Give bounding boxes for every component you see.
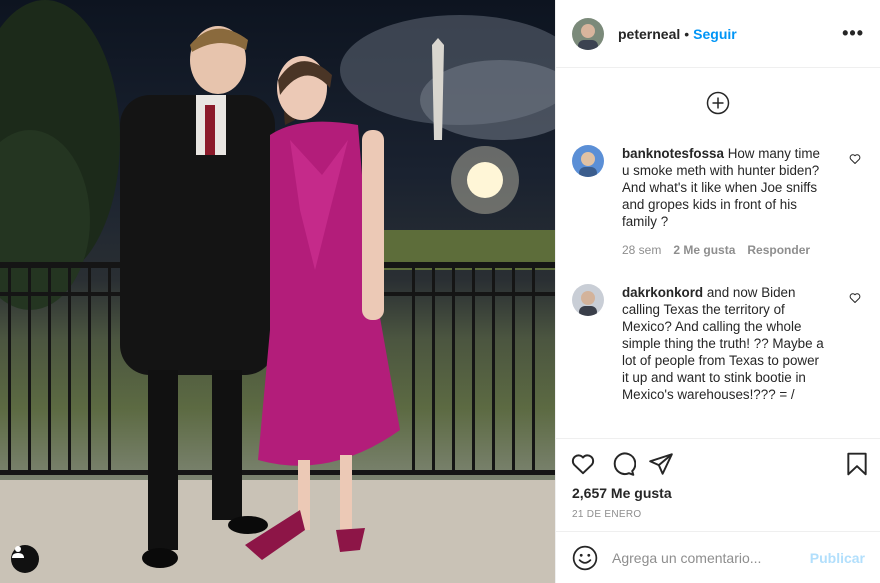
comment-text: and now Biden calling Texas the territor… [622, 285, 824, 402]
author-avatar[interactable] [572, 17, 604, 50]
follow-button[interactable]: Seguir [693, 26, 737, 42]
comments-list[interactable]: banknotesfossa How many time u smoke met… [556, 69, 880, 437]
emoji-icon[interactable] [572, 545, 598, 571]
comment-input[interactable] [612, 549, 802, 566]
commenter-username[interactable]: banknotesfossa [622, 146, 724, 161]
post-likes-count[interactable]: 2,657 Me gusta [572, 485, 672, 501]
share-paper-plane-icon[interactable] [648, 451, 674, 477]
like-comment-heart-icon[interactable] [849, 292, 861, 304]
comment-body: dakrkonkord and now Biden calling Texas … [622, 284, 827, 403]
tagged-users-button[interactable] [11, 545, 39, 573]
photo-scene [0, 0, 555, 583]
commenter-avatar[interactable] [572, 284, 604, 316]
load-more-comments-icon[interactable] [706, 91, 730, 115]
post-actions: 2,657 Me gusta 21 DE ENERO [556, 438, 880, 530]
post-header: peterneal • Seguir ••• [556, 0, 880, 68]
comment-body: banknotesfossa How many time u smoke met… [622, 145, 827, 259]
separator-dot: • [684, 25, 690, 42]
person-icon [12, 546, 24, 558]
comment-age[interactable]: 28 sem [622, 242, 661, 259]
publish-button[interactable]: Publicar [810, 550, 865, 566]
comment-meta: 28 sem 2 Me gusta Responder [622, 242, 827, 259]
post-date[interactable]: 21 DE ENERO [572, 509, 641, 520]
post-photo[interactable] [0, 0, 555, 583]
comment-item: banknotesfossa How many time u smoke met… [572, 145, 867, 259]
commenter-avatar[interactable] [572, 145, 604, 177]
like-comment-heart-icon[interactable] [849, 153, 861, 165]
comment-likes[interactable]: 2 Me gusta [673, 242, 735, 259]
comment-bubble-icon[interactable] [610, 451, 636, 477]
add-comment-bar: Publicar [556, 531, 880, 583]
save-bookmark-icon[interactable] [844, 451, 870, 477]
author-username[interactable]: peterneal [618, 26, 680, 42]
comment-item: dakrkonkord and now Biden calling Texas … [572, 284, 867, 403]
commenter-username[interactable]: dakrkonkord [622, 285, 703, 300]
more-options-icon[interactable]: ••• [842, 23, 864, 44]
reply-button[interactable]: Responder [747, 242, 810, 259]
like-heart-icon[interactable] [570, 451, 596, 477]
post-side-panel: peterneal • Seguir ••• banknotesfossa Ho… [555, 0, 880, 583]
